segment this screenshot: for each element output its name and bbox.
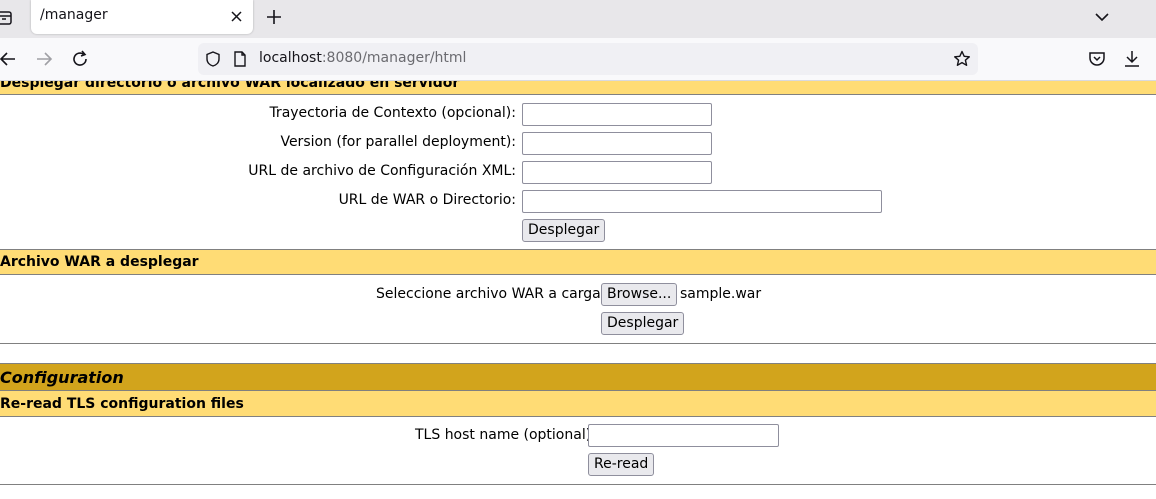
forward-arrow-icon[interactable] [32,47,56,71]
deploy-directory-header: Desplegar directorio o archivo WAR local… [0,81,1156,95]
url-host: localhost [259,50,322,66]
divider [0,484,1156,485]
config-url-input[interactable] [522,161,712,184]
plus-icon[interactable] [262,5,286,29]
tls-host-label: TLS host name (optional) [415,427,592,443]
tls-header: Re-read TLS configuration files [0,390,1156,417]
deploy-directory-heading: Desplegar directorio o archivo WAR local… [0,81,460,91]
browse-button[interactable]: Browse... [601,283,678,306]
download-icon[interactable] [1120,47,1144,71]
war-url-input[interactable] [522,190,882,213]
reload-icon[interactable] [68,47,92,71]
star-icon[interactable] [952,49,972,69]
page-icon[interactable] [231,50,249,68]
divider [0,343,1156,344]
chevron-down-icon[interactable] [1090,5,1114,29]
version-input[interactable] [522,132,712,155]
select-war-label: Seleccione archivo WAR a cargar [376,286,607,302]
selected-file-name: sample.war [680,286,762,302]
url-text[interactable]: localhost:8080/manager/html [259,50,466,66]
address-bar[interactable]: localhost:8080/manager/html [198,43,978,75]
configuration-header: Configuration [0,363,1156,391]
upload-war-header: Archivo WAR a desplegar [0,249,1156,275]
url-path: :8080/manager/html [321,50,467,66]
pocket-icon[interactable] [1085,47,1109,71]
deploy-directory-button[interactable]: Desplegar [522,219,606,242]
war-url-label: URL de WAR o Directorio: [338,192,516,208]
upload-war-heading: Archivo WAR a desplegar [0,254,199,270]
close-icon[interactable] [226,6,248,28]
config-url-label: URL de archivo de Configuración XML: [248,163,516,179]
configuration-heading: Configuration [0,368,124,387]
page-content: Desplegar directorio o archivo WAR local… [0,81,1156,499]
browser-tab[interactable]: /manager [31,0,253,34]
tls-heading: Re-read TLS configuration files [0,396,244,412]
tab-list-icon[interactable] [0,7,18,29]
back-arrow-icon[interactable] [0,47,20,71]
tab-strip: /manager [0,0,1156,38]
context-path-input[interactable] [522,103,712,126]
tab-title: /manager [40,7,108,23]
reread-button[interactable]: Re-read [588,453,655,476]
context-path-label: Trayectoria de Contexto (opcional): [269,105,516,121]
upload-deploy-button[interactable]: Desplegar [601,312,685,335]
tls-host-input[interactable] [588,424,779,447]
version-label: Version (for parallel deployment): [280,134,516,150]
navigation-toolbar: localhost:8080/manager/html [0,38,1156,81]
shield-icon[interactable] [204,50,222,68]
